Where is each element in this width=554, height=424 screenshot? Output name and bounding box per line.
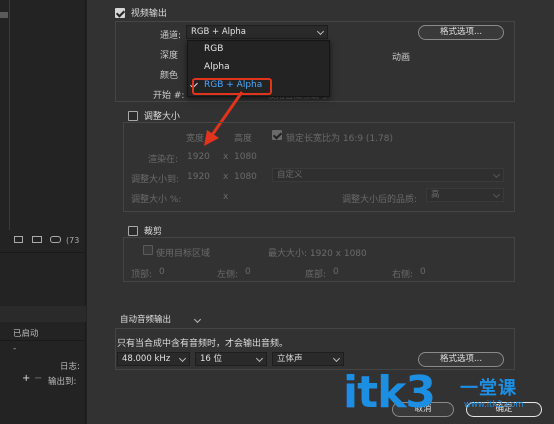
resize-quality-value: 高 — [431, 190, 440, 200]
audio-channels-value: 立体声 — [277, 354, 303, 364]
animation-label: 动画 — [392, 53, 411, 63]
video-format-options-label: 格式选项... — [439, 27, 483, 37]
resize-x: x — [223, 172, 229, 182]
crop-bottom-label: 底部: — [305, 270, 327, 280]
watermark-url: www.itk3.com — [464, 400, 524, 410]
render-width: 1920 — [187, 152, 210, 162]
resize-height-field[interactable]: 1080 — [234, 172, 257, 182]
video-format-options-button[interactable]: 格式选项... — [418, 25, 504, 40]
chevron-down-icon — [255, 354, 264, 363]
resize-checkbox[interactable] — [128, 110, 138, 121]
crop-label: 裁剪 — [143, 227, 162, 237]
depth-label: 深度 — [160, 51, 179, 61]
chevron-down-icon — [193, 315, 202, 324]
resize-percent-x: x — [223, 192, 229, 202]
use-roi-checkbox[interactable] — [143, 245, 153, 256]
crop-left-value[interactable]: 0 — [245, 267, 251, 277]
watermark-cn: 一堂课 — [460, 378, 517, 399]
channel-label: 通道: — [160, 31, 182, 41]
status-row-line — [0, 340, 86, 341]
crop-top-label: 顶部: — [131, 270, 153, 280]
crop-left-label: 左侧: — [217, 270, 239, 280]
status-label: 已启动 — [13, 329, 39, 339]
color-label: 颜色 — [160, 71, 179, 81]
resize-row: 调整大小 — [128, 109, 180, 122]
audio-format-options-button[interactable]: 格式选项... — [418, 352, 504, 367]
max-size-label: 最大大小: 1920 x 1080 — [268, 249, 367, 259]
log-label: 日志: — [60, 362, 80, 372]
crop-bottom-value[interactable]: 0 — [333, 267, 339, 277]
resize-quality-select[interactable]: 高 — [426, 188, 504, 202]
render-at-label: 渲染在: — [148, 155, 179, 165]
video-output-checkbox[interactable] — [115, 7, 125, 18]
audio-bits-value: 16 位 — [200, 354, 223, 364]
chevron-down-icon — [492, 190, 501, 199]
start-frame-label: 开始 #: — [153, 91, 185, 101]
zoom-readout[interactable]: (73 — [66, 236, 79, 245]
channel-select[interactable]: RGB + Alpha — [186, 25, 328, 39]
crop-row: 裁剪 — [128, 224, 162, 237]
add-output-button[interactable]: + — [22, 373, 30, 384]
chevron-down-icon — [492, 170, 501, 179]
use-roi-label: 使用目标区域 — [156, 249, 211, 259]
left-divider — [0, 252, 86, 253]
chevron-down-icon — [178, 354, 187, 363]
width-header: 宽度 — [186, 134, 205, 144]
dropdown-item-alpha[interactable]: Alpha — [204, 62, 230, 72]
resize-width-field[interactable]: 1920 — [187, 172, 210, 182]
resize-label: 调整大小 — [143, 112, 180, 122]
audio-rate-select[interactable]: 48.000 kHz — [117, 352, 190, 366]
crop-top-value[interactable]: 0 — [159, 267, 165, 277]
render-x: x — [223, 152, 229, 162]
mask-icon[interactable] — [14, 236, 23, 243]
vr-icon[interactable] — [50, 236, 61, 243]
resize-quality-label: 调整大小后的品质: — [342, 195, 418, 205]
chevron-down-icon — [332, 354, 341, 363]
watermark-logo: itk3 — [343, 367, 436, 418]
video-output-row: 视频输出 — [115, 6, 167, 19]
audio-output-mode-value: 自动音频输出 — [120, 315, 172, 325]
left-top-box — [0, 0, 10, 230]
video-output-label: 视频输出 — [130, 9, 167, 19]
audio-note: 只有当合成中含有音频时，才会输出音频。 — [117, 339, 289, 349]
resize-preset-select[interactable]: 自定义 — [272, 168, 504, 182]
lock-aspect-checkbox[interactable] — [272, 130, 282, 141]
crop-right-label: 右侧: — [392, 270, 414, 280]
resize-percent-label: 调整大小 %: — [131, 195, 182, 205]
left-band — [0, 306, 86, 322]
render-height: 1080 — [234, 152, 257, 162]
status-dash: - — [13, 344, 17, 354]
resize-preset-value: 自定义 — [277, 170, 303, 180]
chevron-down-icon — [316, 27, 325, 36]
dropdown-item-rgb[interactable]: RGB — [204, 44, 223, 54]
crop-checkbox[interactable] — [128, 225, 138, 236]
monitor-icon[interactable] — [32, 236, 42, 243]
resize-to-label: 调整大小到: — [131, 175, 180, 185]
audio-rate-value: 48.000 kHz — [122, 354, 171, 364]
remove-output-button[interactable]: − — [34, 373, 42, 384]
crop-right-value[interactable]: 0 — [420, 267, 426, 277]
left-top-indicator — [0, 12, 8, 18]
height-header: 高度 — [234, 134, 253, 144]
output-to-label: 输出到: — [48, 377, 77, 387]
audio-format-options-label: 格式选项... — [439, 354, 483, 364]
channel-select-value: RGB + Alpha — [191, 27, 247, 37]
audio-channels-select[interactable]: 立体声 — [272, 352, 344, 366]
audio-bits-select[interactable]: 16 位 — [195, 352, 267, 366]
left-panel: (73 已启动 - 日志: + − 输出到: — [0, 0, 86, 424]
audio-output-mode-select[interactable]: 自动音频输出 — [115, 313, 205, 327]
lock-aspect-label: 锁定长宽比为 16:9 (1.78) — [286, 134, 393, 144]
